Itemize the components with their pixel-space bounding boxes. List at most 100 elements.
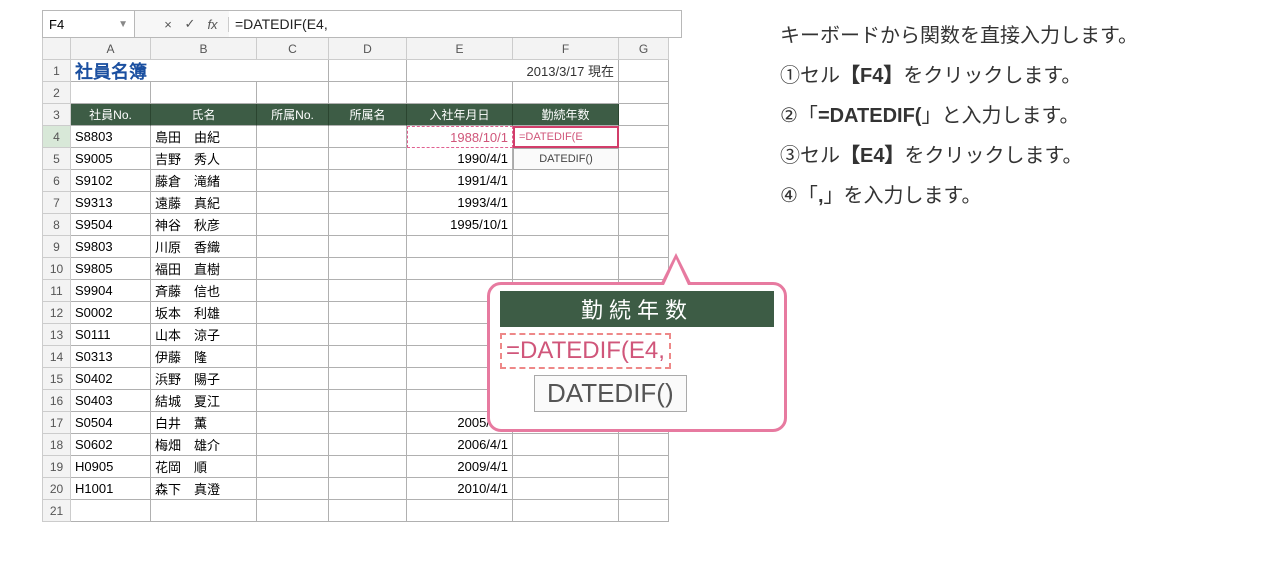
cell[interactable]: [257, 302, 329, 324]
cell[interactable]: 福田 直樹: [151, 258, 257, 280]
cell[interactable]: [329, 60, 407, 82]
cell[interactable]: S9805: [71, 258, 151, 280]
row-number[interactable]: 12: [43, 302, 71, 324]
col-head[interactable]: E: [407, 38, 513, 60]
cell[interactable]: 川原 香織: [151, 236, 257, 258]
row-number[interactable]: 13: [43, 324, 71, 346]
row-number[interactable]: 1: [43, 60, 71, 82]
cell[interactable]: [513, 214, 619, 236]
row-number[interactable]: 20: [43, 478, 71, 500]
cell[interactable]: [257, 214, 329, 236]
cell[interactable]: [329, 302, 407, 324]
cell[interactable]: 1990/4/1: [407, 148, 513, 170]
cell[interactable]: 1991/4/1: [407, 170, 513, 192]
cell[interactable]: [257, 390, 329, 412]
cell[interactable]: [329, 324, 407, 346]
cell[interactable]: [257, 434, 329, 456]
cell[interactable]: [257, 192, 329, 214]
cell[interactable]: 1988/10/1: [407, 126, 513, 148]
cell[interactable]: S0504: [71, 412, 151, 434]
cell[interactable]: 吉野 秀人: [151, 148, 257, 170]
cell[interactable]: [329, 434, 407, 456]
select-all-corner[interactable]: [43, 38, 71, 60]
row-number[interactable]: 2: [43, 82, 71, 104]
row-number[interactable]: 3: [43, 104, 71, 126]
cell[interactable]: [329, 82, 407, 104]
table-header[interactable]: 入社年月日: [407, 104, 513, 126]
cell[interactable]: 2009/4/1: [407, 456, 513, 478]
row-number[interactable]: 14: [43, 346, 71, 368]
cell[interactable]: S9803: [71, 236, 151, 258]
table-header[interactable]: 氏名: [151, 104, 257, 126]
table-header[interactable]: 社員No.: [71, 104, 151, 126]
cell[interactable]: 花岡 順: [151, 456, 257, 478]
cell[interactable]: [329, 478, 407, 500]
cell[interactable]: [619, 148, 669, 170]
cell[interactable]: [257, 412, 329, 434]
cell[interactable]: S9504: [71, 214, 151, 236]
formula-input[interactable]: =DATEDIF(E4,: [229, 11, 681, 37]
chevron-down-icon[interactable]: ▼: [118, 19, 128, 30]
row-number[interactable]: 15: [43, 368, 71, 390]
confirm-icon[interactable]: ✓: [179, 16, 201, 32]
row-number[interactable]: 6: [43, 170, 71, 192]
row-number[interactable]: 17: [43, 412, 71, 434]
cell[interactable]: S9904: [71, 280, 151, 302]
cell[interactable]: [329, 192, 407, 214]
cell[interactable]: [151, 500, 257, 522]
cell[interactable]: S0002: [71, 302, 151, 324]
cell[interactable]: 伊藤 隆: [151, 346, 257, 368]
cell[interactable]: S0313: [71, 346, 151, 368]
col-head[interactable]: G: [619, 38, 669, 60]
table-header[interactable]: 勤続年数: [513, 104, 619, 126]
cell[interactable]: 2006/4/1: [407, 434, 513, 456]
cell[interactable]: S0402: [71, 368, 151, 390]
row-number[interactable]: 5: [43, 148, 71, 170]
cell[interactable]: [513, 434, 619, 456]
cell[interactable]: [513, 258, 619, 280]
table-header[interactable]: 所属名: [329, 104, 407, 126]
cell[interactable]: [619, 478, 669, 500]
cell[interactable]: =DATEDIF(E: [513, 126, 619, 148]
cell[interactable]: [619, 60, 669, 82]
cell[interactable]: [257, 368, 329, 390]
cell[interactable]: 結城 夏江: [151, 390, 257, 412]
cell[interactable]: [257, 478, 329, 500]
cell[interactable]: 遠藤 真紀: [151, 192, 257, 214]
cell[interactable]: [329, 214, 407, 236]
cell[interactable]: [257, 346, 329, 368]
col-head[interactable]: C: [257, 38, 329, 60]
cell[interactable]: [257, 170, 329, 192]
cell[interactable]: [619, 500, 669, 522]
cell[interactable]: [257, 148, 329, 170]
cell[interactable]: [619, 170, 669, 192]
cell[interactable]: H0905: [71, 456, 151, 478]
cell[interactable]: [329, 500, 407, 522]
cell[interactable]: 神谷 秋彦: [151, 214, 257, 236]
cell[interactable]: [329, 412, 407, 434]
fx-icon[interactable]: fx: [201, 17, 229, 32]
cell[interactable]: [513, 500, 619, 522]
cell[interactable]: [329, 456, 407, 478]
cell[interactable]: [257, 236, 329, 258]
sheet-title[interactable]: 社員名簿: [71, 60, 257, 82]
cell[interactable]: S0403: [71, 390, 151, 412]
cell[interactable]: [513, 170, 619, 192]
cell[interactable]: 島田 由紀: [151, 126, 257, 148]
cell[interactable]: [257, 126, 329, 148]
cell[interactable]: [407, 500, 513, 522]
cell[interactable]: S9313: [71, 192, 151, 214]
cell[interactable]: [329, 148, 407, 170]
cell[interactable]: [619, 456, 669, 478]
row-number[interactable]: 11: [43, 280, 71, 302]
cell[interactable]: [329, 258, 407, 280]
cell[interactable]: [329, 390, 407, 412]
row-number[interactable]: 4: [43, 126, 71, 148]
cell[interactable]: 坂本 利雄: [151, 302, 257, 324]
name-box[interactable]: F4 ▼: [43, 11, 135, 37]
cell[interactable]: [619, 126, 669, 148]
col-head[interactable]: F: [513, 38, 619, 60]
cell[interactable]: [257, 60, 329, 82]
cell[interactable]: S0602: [71, 434, 151, 456]
cell[interactable]: [71, 500, 151, 522]
